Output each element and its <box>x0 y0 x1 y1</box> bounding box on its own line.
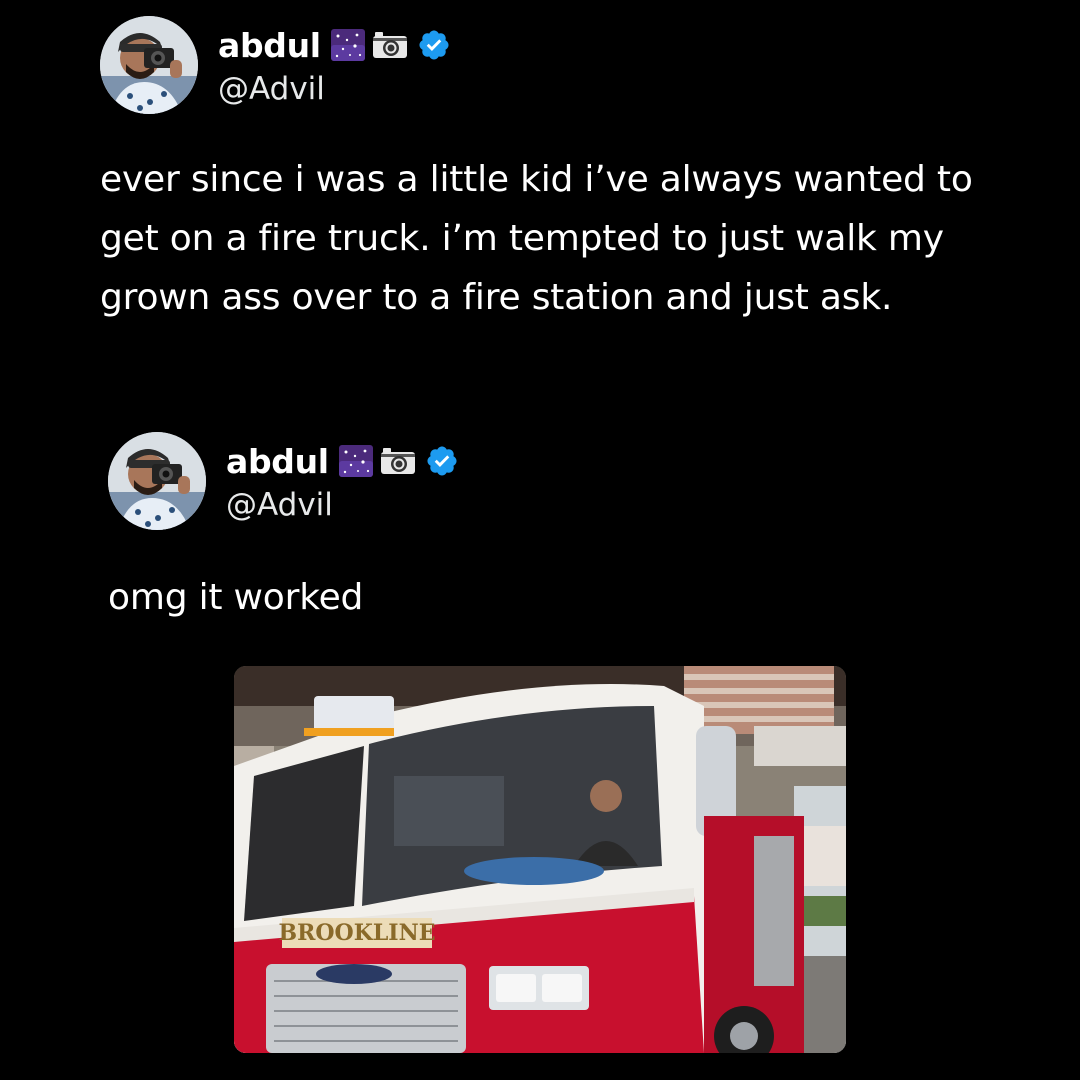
user-names: abdul @Advil <box>218 23 451 107</box>
camera-emoji-icon <box>379 446 417 476</box>
user-names: abdul @Advil <box>226 439 459 523</box>
avatar[interactable] <box>108 432 206 530</box>
name-row: abdul <box>218 23 451 67</box>
tweet-header: abdul @Advil <box>108 432 1008 530</box>
tweet-reply[interactable]: abdul @Advil omg it worked <box>108 432 1008 627</box>
sparkles-emoji-icon <box>338 445 373 477</box>
sparkles-emoji-icon <box>330 29 365 61</box>
tweet-header: abdul @Advil <box>100 16 1000 114</box>
user-handle[interactable]: @Advil <box>218 71 451 107</box>
tweet-media-photo[interactable]: BROOKLINE <box>234 666 846 1053</box>
verified-badge-icon[interactable] <box>417 28 451 62</box>
display-name[interactable]: abdul <box>218 26 321 65</box>
verified-badge-icon[interactable] <box>425 444 459 478</box>
display-name[interactable]: abdul <box>226 442 329 481</box>
name-row: abdul <box>226 439 459 483</box>
tweet-original[interactable]: abdul @Advil ever since i was a little k… <box>100 16 1000 327</box>
tweet-text: ever since i was a little kid i’ve alway… <box>100 159 973 318</box>
user-handle[interactable]: @Advil <box>226 487 459 523</box>
camera-emoji-icon <box>371 30 409 60</box>
avatar[interactable] <box>100 16 198 114</box>
tweet-text: omg it worked <box>108 577 364 618</box>
truck-label: BROOKLINE <box>279 920 436 946</box>
